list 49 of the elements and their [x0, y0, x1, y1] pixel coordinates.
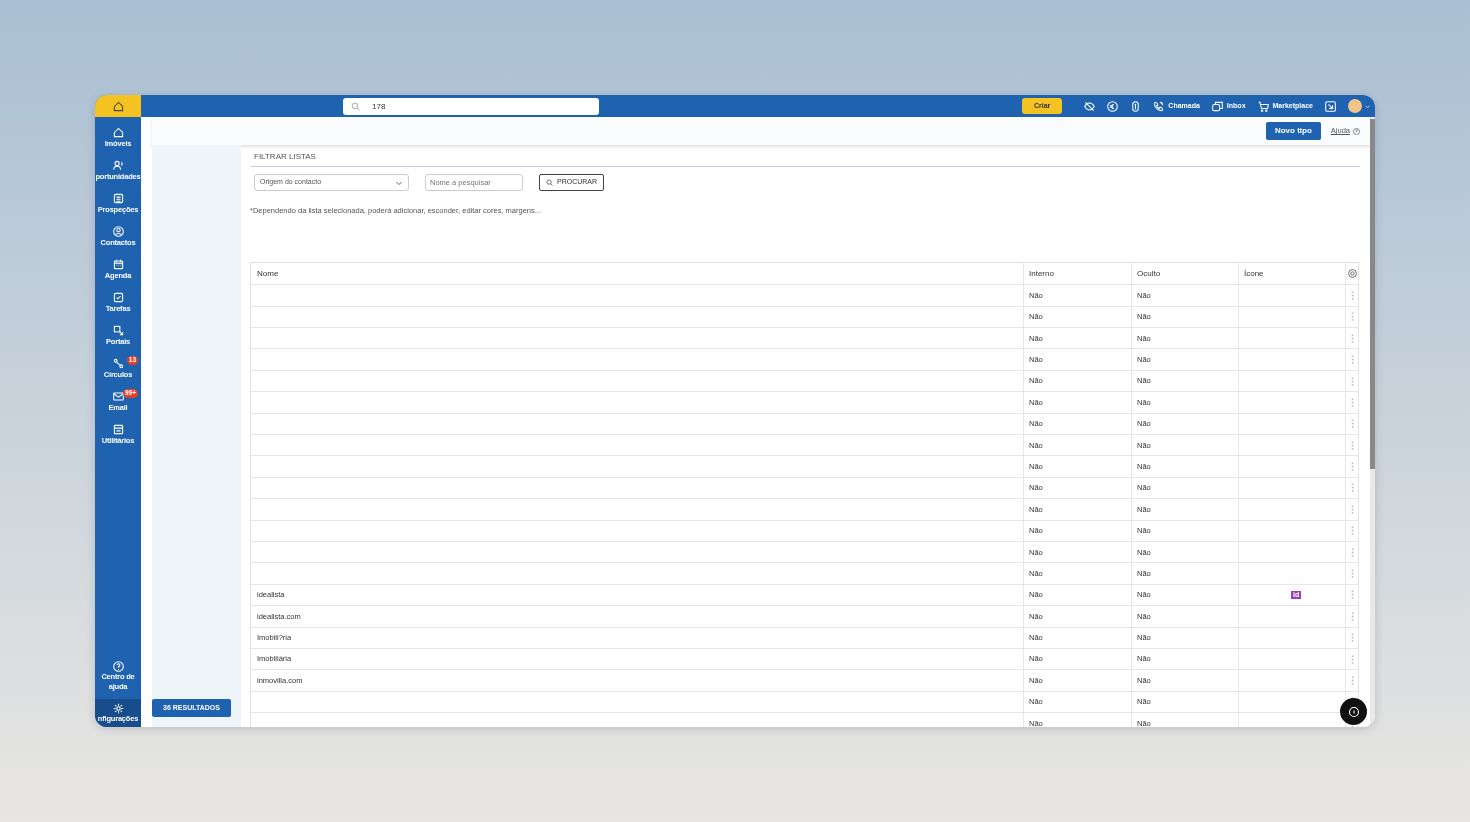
- settings-icon: [1347, 269, 1357, 279]
- house-icon: [112, 127, 124, 138]
- gear-icon: [112, 703, 124, 714]
- network-icon: [112, 358, 124, 369]
- kebab-icon[interactable]: [1350, 333, 1354, 343]
- eye-slash-icon: [1084, 100, 1096, 112]
- kebab-icon[interactable]: [1350, 290, 1354, 300]
- kebab-icon[interactable]: [1350, 312, 1354, 322]
- logo[interactable]: [95, 95, 141, 117]
- kebab-icon[interactable]: [1350, 654, 1354, 664]
- contact-icon: [112, 226, 124, 237]
- column-header: Nome: [256, 267, 280, 280]
- kebab-icon[interactable]: [1350, 355, 1354, 365]
- kebab-icon[interactable]: [1350, 633, 1354, 643]
- house-icon: [112, 100, 124, 112]
- kebab-icon[interactable]: [1350, 419, 1354, 429]
- new-type-button[interactable]: Novo tipo: [1265, 122, 1321, 140]
- kebab-icon[interactable]: [1350, 526, 1354, 536]
- kebab-icon[interactable]: [1350, 462, 1354, 472]
- help-icon: [1353, 127, 1360, 135]
- search-field[interactable]: 178: [343, 97, 599, 115]
- avatar[interactable]: [1348, 99, 1362, 113]
- kebab-icon[interactable]: [1350, 547, 1354, 557]
- kebab-icon[interactable]: [1350, 675, 1354, 685]
- kebab-icon[interactable]: [1350, 376, 1354, 386]
- kebab-icon[interactable]: [1350, 504, 1354, 514]
- column-header: Ícone: [1238, 263, 1345, 285]
- list-icon: [112, 193, 124, 204]
- exit-icon: [1325, 100, 1336, 112]
- column-header: Interno: [1023, 263, 1131, 285]
- kebab-icon[interactable]: [1350, 590, 1354, 600]
- kebab-icon[interactable]: [1350, 483, 1354, 493]
- caret-icon: [1364, 102, 1371, 110]
- phone-icon: [1153, 100, 1165, 112]
- kebab-icon[interactable]: [1350, 440, 1354, 450]
- search-icon: [546, 179, 553, 186]
- search-icon: [351, 101, 360, 111]
- calendar-icon: [112, 259, 124, 270]
- help-icon: [112, 661, 124, 672]
- inbox-icon: [1211, 100, 1223, 112]
- kebab-icon[interactable]: [1350, 569, 1354, 578]
- mail-icon: [112, 391, 124, 402]
- kebab-icon[interactable]: [1350, 397, 1354, 407]
- column-header: Oculto: [1131, 263, 1238, 285]
- section-title: FILTRAR LISTAS: [250, 151, 1360, 167]
- checklist-icon: [112, 292, 124, 303]
- kebab-icon[interactable]: [1350, 611, 1354, 621]
- people-icon: [112, 160, 124, 171]
- cart-icon: [1257, 100, 1269, 112]
